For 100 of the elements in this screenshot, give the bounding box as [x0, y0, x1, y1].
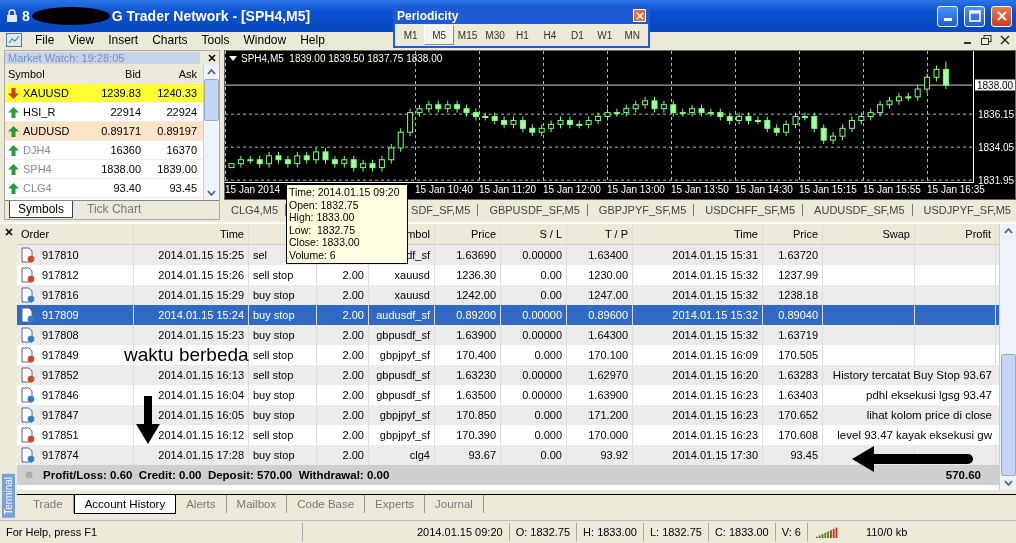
menu-item[interactable]: View	[61, 33, 102, 47]
candlestick	[660, 100, 667, 114]
chart-tab[interactable]: GBPJPYF_SF,M5	[591, 204, 695, 217]
status-text: For Help, press F1	[0, 523, 303, 541]
dropdown-icon[interactable]	[229, 55, 237, 62]
candlestick	[360, 159, 367, 173]
symbol-name: CLG4	[23, 182, 52, 194]
terminal-tab[interactable]: Mailbox	[226, 495, 288, 513]
scrollbar[interactable]	[203, 65, 219, 200]
column-header[interactable]: Ask	[144, 68, 200, 80]
time-label: 15 Jan 15:55	[863, 184, 921, 196]
period-button[interactable]: M5	[424, 25, 454, 45]
minimize-button[interactable]	[937, 5, 958, 27]
terminal-tab[interactable]: Journal	[425, 495, 484, 513]
order-row[interactable]: 917847 2014.01.15 16:05 buy stop 2.00 gbpjpyf_sf 170.850 0.000 171.200 2014.01.15 16:23 170.652 lihat kolom price di close	[17, 405, 999, 425]
period-button[interactable]: H1	[508, 25, 537, 45]
order-row[interactable]: 917816 2014.01.15 15:29 buy stop 2.00 xauusd 1242.00 0.00 1247.00 2014.01.15 15:32 1238.18	[17, 285, 999, 305]
column-header[interactable]: Swap	[823, 224, 915, 244]
menu-item[interactable]: Charts	[145, 33, 195, 47]
candlestick	[924, 72, 931, 94]
time-label: 15 Jan 10:40	[415, 184, 473, 196]
time-label: 15 Jan 13:50	[671, 184, 729, 196]
scroll-thumb[interactable]	[204, 79, 219, 121]
close-icon[interactable]	[4, 228, 13, 236]
candlestick	[566, 116, 573, 129]
menu-item[interactable]: Tools	[194, 33, 237, 47]
period-button[interactable]: MN	[618, 25, 646, 45]
toolbar-title: Periodicity	[397, 8, 459, 23]
quote-row[interactable]: XAUUSD 1239.83 1240.33	[5, 84, 203, 103]
time-label: 15 Jan 12:00	[543, 184, 601, 196]
column-header[interactable]: Order	[17, 224, 134, 244]
scrollbar[interactable]	[999, 224, 1016, 490]
symbol-name: SPH4	[23, 163, 52, 175]
candlestick	[895, 92, 902, 106]
period-button[interactable]: M30	[481, 25, 509, 45]
column-header[interactable]: T / P	[567, 224, 633, 244]
bid-price: 1239.83	[100, 87, 142, 99]
terminal-tab[interactable]: Experts	[365, 495, 426, 513]
order-row[interactable]: 917809 2014.01.15 15:24 buy stop 2.00 audusdf_sf 0.89200 0.00000 0.89600 2014.01.15 15:32 0.89040	[17, 305, 999, 325]
quote-row[interactable]: AUDUSD 0.89171 0.89197	[5, 122, 203, 141]
panel-tab[interactable]: Tick Chart	[79, 201, 150, 217]
order-number: 917810	[42, 249, 79, 261]
column-header[interactable]: Time	[633, 224, 763, 244]
chart-tab[interactable]: AUDUSDF_SF,M5	[807, 204, 913, 217]
column-header[interactable]: Price	[763, 224, 823, 244]
order-row[interactable]: 917852 2014.01.15 16:13 sell stop 2.00 gbpusdf_sf 1.63230 0.00000 1.62970 2014.01.15 16:20 1.63283 History tercatat Buy Stop 93.67	[17, 365, 999, 385]
candlestick	[548, 119, 555, 133]
terminal-tab[interactable]: Alerts	[176, 495, 227, 513]
period-button[interactable]: M1	[397, 25, 425, 45]
ask-price: 16370	[165, 144, 198, 156]
price-label: 1836.15	[978, 108, 1015, 120]
time-label: 15 Jan 13:00	[607, 184, 665, 196]
maximize-button[interactable]	[964, 5, 985, 27]
scroll-thumb[interactable]	[1000, 354, 1016, 476]
chart-tab[interactable]: USDJPYF_SF,M5	[916, 204, 1016, 217]
column-header[interactable]: Profit	[915, 224, 996, 244]
menu-item[interactable]: Window	[236, 33, 294, 47]
column-header[interactable]: Time	[134, 224, 249, 244]
symbol-name: XAUUSD	[23, 87, 69, 99]
period-button[interactable]: M15	[453, 25, 482, 45]
panel-tab[interactable]: Symbols	[9, 201, 73, 218]
order-row[interactable]: 917808 2014.01.15 15:23 buy stop 2.00 gbpusdf_sf 1.63900 0.00000 1.64300 2014.01.15 15:32 1.63719	[17, 325, 999, 345]
chart-tab[interactable]: GBPUSDF_SF,M5	[482, 204, 588, 217]
chart-icon[interactable]	[6, 33, 22, 47]
order-number: 917809	[42, 309, 79, 321]
terminal-tab[interactable]: Trade	[23, 495, 74, 513]
close-icon[interactable]	[208, 54, 216, 62]
menu-item[interactable]: Insert	[101, 33, 146, 47]
column-header[interactable]: Price	[435, 224, 501, 244]
terminal-tab[interactable]: Code Base	[287, 495, 366, 513]
close-button[interactable]	[633, 9, 646, 22]
candlestick	[820, 123, 827, 145]
candlestick	[689, 104, 696, 118]
annotation-text: lihat kolom price di close	[866, 409, 993, 421]
candlestick	[425, 100, 432, 114]
window-title: 8	[22, 8, 30, 24]
tooltip-line: Open: 1832.75	[289, 198, 360, 212]
close-icon[interactable]	[1000, 35, 1010, 45]
menu-item[interactable]: Help	[293, 33, 332, 47]
period-button[interactable]: H4	[536, 25, 564, 45]
bid-price: 93.40	[112, 182, 142, 194]
period-button[interactable]: D1	[563, 25, 592, 45]
period-button[interactable]: W1	[591, 25, 619, 45]
current-price-label: 1838.00	[975, 79, 1016, 91]
close-button[interactable]	[991, 5, 1012, 27]
candlestick	[284, 155, 291, 169]
order-row[interactable]: 917874 2014.01.15 17:28 buy stop 2.00 clg4 93.67 0.00 93.92 2014.01.15 17:30 93.45	[17, 445, 999, 465]
order-number: 917808	[42, 329, 79, 341]
chart-tab[interactable]: USDCHFF_SF,M5	[698, 204, 804, 217]
order-number: 917847	[42, 409, 79, 421]
menu-item[interactable]: File	[28, 33, 62, 47]
time-label: 15 Jan 2014	[225, 184, 281, 196]
symbol-name: AUDUSD	[23, 125, 70, 137]
restore-icon[interactable]	[981, 35, 992, 45]
column-header[interactable]: Symbol	[5, 68, 89, 80]
bid-price: 16360	[109, 144, 142, 156]
time-label: 15 Jan 15:15	[799, 184, 857, 196]
column-header[interactable]: Bid	[89, 68, 144, 80]
column-header[interactable]: S / L	[501, 224, 567, 244]
terminal-tab[interactable]: Account History	[73, 495, 177, 514]
